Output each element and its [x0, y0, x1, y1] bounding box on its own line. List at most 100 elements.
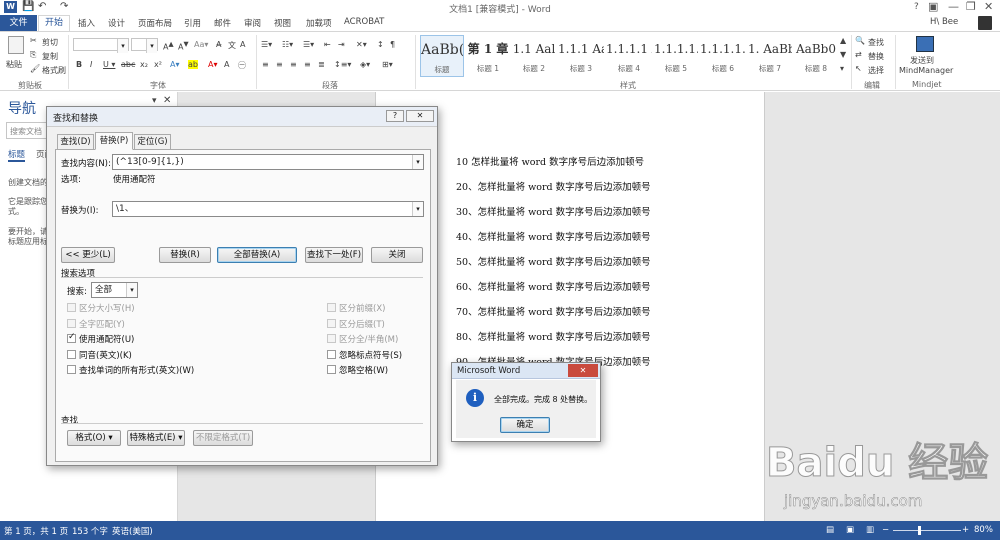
chevron-down-icon[interactable]: ▾: [412, 202, 423, 216]
distributed-icon[interactable]: ≣: [318, 60, 325, 69]
less-button[interactable]: << 更少(L): [61, 247, 115, 263]
checkbox[interactable]: [67, 303, 76, 312]
tab-home[interactable]: 开始: [38, 15, 70, 31]
text-effects-icon[interactable]: A▾: [170, 60, 180, 69]
checkbox-label[interactable]: 区分全/半角(M): [339, 333, 398, 345]
document-line[interactable]: 40、怎样批量将 word 数字序号后边添加顿号: [456, 229, 651, 243]
checkbox-label[interactable]: 区分前缀(X): [339, 302, 385, 314]
paste-icon[interactable]: [8, 36, 24, 54]
web-layout-icon[interactable]: ▥: [866, 525, 874, 535]
word-count[interactable]: 153 个字: [72, 525, 108, 537]
document-line[interactable]: 30、怎样批量将 word 数字序号后边添加顿号: [456, 204, 651, 218]
format-painter-icon[interactable]: 🖌: [30, 64, 40, 73]
message-box-titlebar[interactable]: Microsoft Word ✕: [452, 363, 600, 379]
font-color-icon[interactable]: A▾: [208, 60, 218, 69]
checkbox[interactable]: [327, 303, 336, 312]
shading-icon[interactable]: ◈▾: [360, 60, 370, 69]
checkbox[interactable]: [327, 318, 336, 328]
checkbox-label[interactable]: 使用通配符(U): [79, 333, 134, 345]
tab-file[interactable]: 文件: [0, 15, 37, 31]
checkbox-label[interactable]: 全字匹配(Y): [79, 318, 125, 330]
restore-button[interactable]: ❐: [966, 0, 976, 13]
close-icon[interactable]: ✕: [163, 95, 171, 106]
chinese-layout-icon[interactable]: ✕▾: [356, 40, 367, 49]
document-line[interactable]: 20、怎样批量将 word 数字序号后边添加顿号: [456, 179, 651, 193]
close-icon[interactable]: ✕: [568, 364, 598, 377]
mindmanager-icon[interactable]: [916, 36, 934, 52]
zoom-slider[interactable]: [893, 530, 961, 531]
find-button[interactable]: 查找: [868, 37, 884, 48]
font-size-box[interactable]: ▾: [131, 38, 158, 53]
minimize-button[interactable]: —: [948, 0, 959, 13]
tab-mailings[interactable]: 邮件: [214, 17, 231, 29]
char-shading-icon[interactable]: A: [224, 60, 229, 69]
language-status[interactable]: 英语(美国): [112, 525, 153, 537]
find-icon[interactable]: 🔍: [855, 36, 865, 45]
chevron-down-icon[interactable]: ▾: [146, 39, 157, 53]
checkbox[interactable]: [327, 349, 336, 359]
read-mode-icon[interactable]: ▤: [826, 525, 834, 535]
avatar[interactable]: [978, 16, 992, 30]
copy-icon[interactable]: ⎘: [30, 50, 36, 60]
decrease-indent-icon[interactable]: ⇤: [324, 40, 331, 49]
bold-icon[interactable]: B: [76, 60, 82, 69]
numbering-icon[interactable]: ☷▾: [282, 40, 293, 49]
style-item[interactable]: AaBb0 标题 8: [794, 35, 838, 77]
search-direction-select[interactable]: 全部 ▾: [91, 282, 138, 298]
find-next-button[interactable]: 查找下一处(F): [305, 247, 363, 263]
tab-design[interactable]: 设计: [108, 17, 125, 29]
zoom-out-icon[interactable]: −: [882, 525, 889, 535]
find-replace-titlebar[interactable]: 查找和替换 ? ✕: [47, 107, 437, 127]
shrink-font-icon[interactable]: A▼: [178, 40, 189, 52]
tab-replace[interactable]: 替换(P): [95, 132, 133, 150]
checkbox-label[interactable]: 同音(英文)(K): [79, 349, 132, 361]
replace-all-button[interactable]: 全部替换(A): [217, 247, 297, 263]
nav-options-icon[interactable]: ▾: [152, 96, 157, 106]
document-line[interactable]: 50、怎样批量将 word 数字序号后边添加顿号: [456, 254, 651, 268]
highlight-icon[interactable]: ab: [188, 60, 198, 69]
tab-review[interactable]: 审阅: [244, 17, 261, 29]
tab-references[interactable]: 引用: [184, 17, 201, 29]
font-name-box[interactable]: ▾: [73, 38, 129, 53]
style-item[interactable]: 1.1 Aal 标题 2: [512, 35, 556, 77]
tab-addins[interactable]: 加载项: [306, 17, 332, 29]
grow-font-icon[interactable]: A▲: [163, 40, 174, 52]
print-layout-icon[interactable]: ▣: [846, 525, 854, 535]
replace-icon[interactable]: ⇄: [855, 50, 862, 59]
zoom-level[interactable]: 80%: [974, 525, 993, 535]
tab-insert[interactable]: 插入: [78, 17, 95, 29]
style-item[interactable]: 第 1 章标题 1: [466, 35, 510, 77]
select-button[interactable]: 选择: [868, 65, 884, 76]
style-item[interactable]: 1.1.1.1.1 标题 5: [654, 35, 698, 77]
superscript-icon[interactable]: x²: [154, 60, 162, 69]
send-to-label[interactable]: 发送到: [910, 55, 934, 66]
borders-icon[interactable]: ⊞▾: [382, 60, 393, 69]
line-spacing-icon[interactable]: ↕≡▾: [334, 60, 351, 69]
chevron-down-icon[interactable]: ▾: [126, 283, 137, 297]
paste-button[interactable]: 粘贴: [6, 59, 22, 70]
change-case-icon[interactable]: Aa▾: [194, 40, 208, 49]
document-line[interactable]: 80、怎样批量将 word 数字序号后边添加顿号: [456, 329, 651, 343]
document-line[interactable]: 10 怎样批量将 word 数字序号后边添加顿号: [456, 154, 644, 168]
subscript-icon[interactable]: x₂: [140, 60, 148, 69]
show-marks-icon[interactable]: ¶: [390, 40, 395, 49]
increase-indent-icon[interactable]: ⇥: [338, 40, 345, 49]
find-what-input[interactable]: (^13[0-9]{1,}) ▾: [112, 154, 424, 170]
char-border-icon[interactable]: A: [240, 40, 245, 49]
multilevel-icon[interactable]: ☰▾: [303, 40, 314, 49]
tab-goto[interactable]: 定位(G): [134, 134, 171, 149]
style-item[interactable]: 1. AaBb(标题 7: [748, 35, 792, 77]
replace-button[interactable]: 替换: [868, 51, 884, 62]
page-count[interactable]: 第 1 页，共 1 页: [4, 525, 68, 537]
document-line[interactable]: 60、怎样批量将 word 数字序号后边添加顿号: [456, 279, 651, 293]
justify-icon[interactable]: ≡: [304, 60, 311, 69]
close-window-button[interactable]: ✕: [984, 0, 993, 13]
underline-icon[interactable]: U ▾: [103, 60, 115, 69]
style-item[interactable]: AaBb(标题: [420, 35, 464, 77]
format-button[interactable]: 格式(O) ▾: [67, 430, 121, 446]
styles-scroll-down-icon[interactable]: ▼: [840, 50, 846, 59]
italic-icon[interactable]: I: [90, 60, 92, 69]
close-icon[interactable]: ✕: [406, 110, 434, 122]
tab-view[interactable]: 视图: [274, 17, 291, 29]
replace-once-button[interactable]: 替换(R): [159, 247, 211, 263]
